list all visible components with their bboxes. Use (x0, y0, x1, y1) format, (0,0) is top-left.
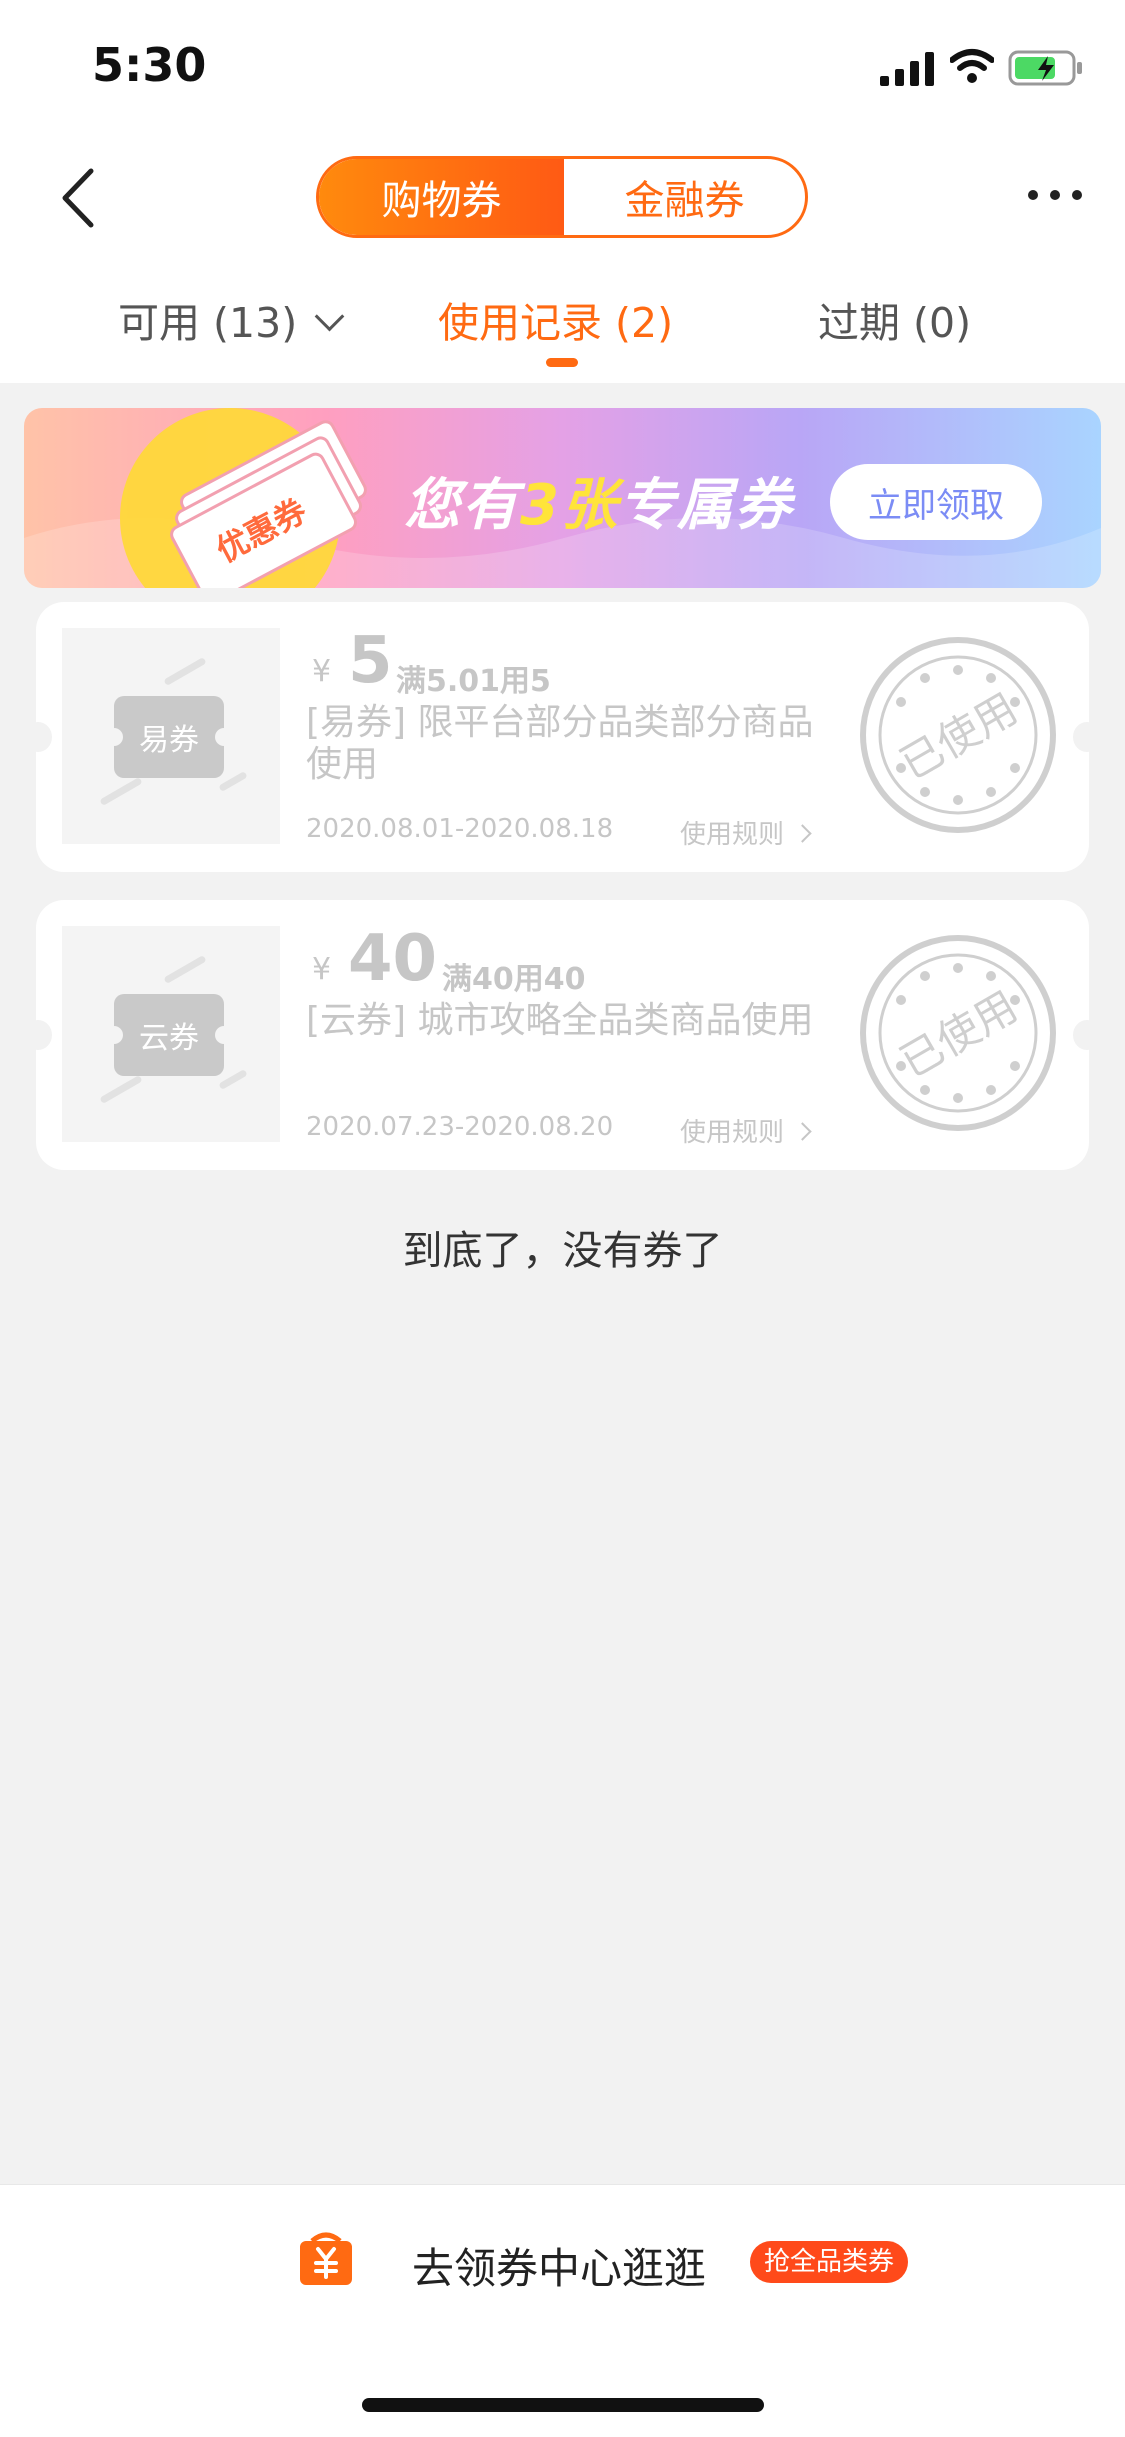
thumb-decoration (218, 770, 248, 793)
usage-rules-label: 使用规则 (680, 820, 785, 850)
home-indicator[interactable] (362, 2398, 764, 2412)
wifi-icon (950, 49, 994, 83)
coupon-type-switch: 购物券 金融券 (316, 156, 808, 238)
tab-expired[interactable]: 过期 (0) (818, 296, 971, 350)
end-of-list-message: 到底了，没有券了 (402, 1228, 723, 1274)
chevron-right-icon (793, 824, 812, 843)
coupon-condition: 满40用40 (442, 962, 586, 997)
card-notch (24, 722, 52, 752)
coupon-thumbnail: 云券 (62, 926, 280, 1142)
signal-icon (880, 52, 934, 86)
coupon-description: [易券] 限平台部分品类部分商品使用 (306, 702, 814, 785)
thumb-decoration (218, 1068, 248, 1091)
segment-shopping-coupon[interactable]: 购物券 (319, 159, 564, 235)
thumb-decoration (99, 776, 143, 807)
tab-available-label: 可用 (13) (118, 299, 298, 347)
coupon-date-range: 2020.08.01-2020.08.18 (306, 814, 614, 844)
coupon-center-icon[interactable] (298, 2231, 354, 2287)
all-category-coupon-badge[interactable]: 抢全品类券 (750, 2241, 909, 2283)
back-icon[interactable] (55, 163, 103, 233)
status-time: 5:30 (92, 38, 207, 92)
used-stamp-icon: 已使用 (860, 935, 1056, 1131)
more-icon[interactable] (1025, 180, 1085, 210)
banner-text-highlight: 3张 (520, 473, 619, 538)
chevron-right-icon (793, 1122, 812, 1141)
exclusive-coupon-banner[interactable]: 优惠券 您有3张专属券 立即领取 (24, 408, 1101, 588)
currency-symbol: ¥ (312, 952, 332, 987)
tab-active-indicator (546, 358, 578, 367)
coupon-center-link[interactable]: 去领券中心逛逛 (412, 2235, 706, 2296)
coupon-amount: 40 (348, 922, 438, 996)
usage-rules-link[interactable]: 使用规则 (680, 814, 812, 851)
coupon-description: [云券] 城市攻略全品类商品使用 (306, 1000, 814, 1041)
banner-text: 您有3张专属券 (404, 460, 793, 541)
coupon-date-range: 2020.07.23-2020.08.20 (306, 1112, 614, 1142)
tab-usage-record[interactable]: 使用记录 (2) (438, 296, 673, 350)
card-notch (1073, 1020, 1101, 1050)
currency-symbol: ¥ (312, 654, 332, 689)
coupon-ticket-icon: 优惠券 (170, 420, 367, 588)
coupon-amount: 5 (348, 624, 393, 698)
segment-finance-coupon[interactable]: 金融券 (564, 159, 805, 235)
coupon-thumbnail: 易券 (62, 628, 280, 844)
thumb-ticket-label: 易券 (105, 696, 233, 778)
usage-rules-link[interactable]: 使用规则 (680, 1112, 812, 1149)
tab-available[interactable]: 可用 (13) (118, 296, 345, 350)
usage-rules-label: 使用规则 (680, 1118, 785, 1148)
top-area: 5:30 购物券 金融券 可用 (13) 使用记录 (2) 过期 (0) (0, 0, 1125, 383)
stamp-text: 已使用 (892, 982, 1026, 1087)
used-stamp-icon: 已使用 (860, 637, 1056, 833)
thumb-decoration (99, 1074, 143, 1105)
battery-icon (1008, 50, 1082, 86)
coupon-card[interactable]: 易券 ¥ 5 满5.01用5 [易券] 限平台部分品类部分商品使用 2020.0… (24, 602, 1101, 872)
chevron-down-icon (314, 301, 345, 332)
banner-text-suffix: 专属券 (618, 473, 793, 538)
thumb-ticket-label: 云券 (105, 994, 233, 1076)
thumb-decoration (163, 656, 207, 687)
card-notch (1073, 722, 1101, 752)
stamp-text: 已使用 (892, 684, 1026, 789)
banner-text-prefix: 您有 (404, 473, 520, 538)
coupon-condition: 满5.01用5 (396, 664, 551, 699)
claim-now-button[interactable]: 立即领取 (830, 464, 1042, 540)
card-notch (24, 1020, 52, 1050)
thumb-decoration (163, 954, 207, 985)
coupon-card[interactable]: 云券 ¥ 40 满40用40 [云券] 城市攻略全品类商品使用 2020.07.… (24, 900, 1101, 1170)
